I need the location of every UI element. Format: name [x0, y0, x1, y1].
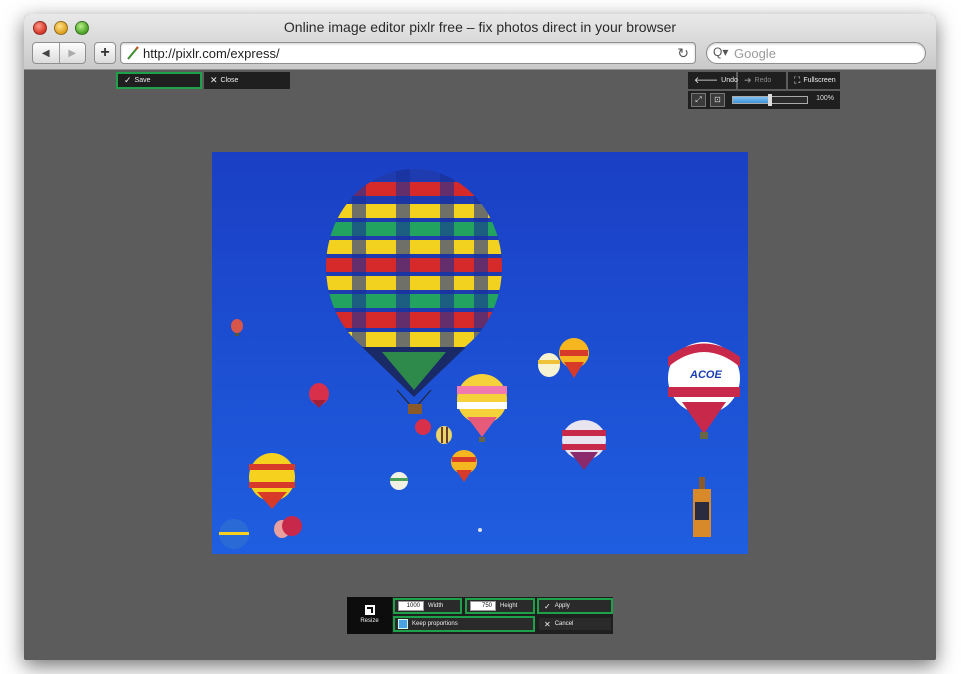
search-placeholder: Google	[734, 46, 776, 61]
cancel-label: Cancel	[554, 621, 574, 627]
browser-window: Online image editor pixlr free – fix pho…	[24, 14, 936, 660]
apply-button[interactable]: ✓ Apply	[537, 598, 613, 614]
check-icon: ✓	[544, 601, 551, 611]
resize-icon	[364, 605, 375, 615]
search-icon[interactable]: Q▾	[713, 45, 728, 59]
apply-label: Apply	[554, 603, 570, 609]
zoom-out-icon[interactable]: ⤢	[691, 93, 706, 107]
close-icon: ✕	[544, 619, 551, 629]
zoom-slider-thumb[interactable]	[768, 94, 772, 106]
keep-proportions-toggle[interactable]: Keep proportions	[393, 616, 535, 632]
keep-proportions-label: Keep proportions	[412, 621, 458, 627]
close-label: Close	[220, 77, 239, 84]
reload-icon[interactable]: ↻	[677, 45, 689, 62]
zoom-panel: ⤢ ⊡ 100%	[688, 91, 840, 109]
redo-button[interactable]: ➜ Redo	[738, 72, 786, 89]
height-label: Height	[500, 603, 518, 609]
save-label: Save	[134, 77, 151, 84]
browser-titlebar: Online image editor pixlr free – fix pho…	[24, 14, 936, 70]
address-bar[interactable]: http://pixlr.com/express/ ↻	[120, 42, 696, 64]
balloon-white-green	[390, 472, 408, 490]
svg-text:ACOE: ACOE	[689, 369, 722, 381]
add-bookmark-button[interactable]: +	[94, 42, 116, 64]
url-text: http://pixlr.com/express/	[143, 46, 280, 61]
balloon-small-stripe	[436, 426, 452, 444]
forward-button[interactable]: ▶	[58, 43, 86, 63]
fullscreen-label: Fullscreen	[803, 77, 836, 84]
width-field[interactable]: 1000 Width	[393, 598, 462, 614]
resize-label: Resize	[360, 618, 379, 624]
window-title: Online image editor pixlr free – fix pho…	[283, 19, 677, 35]
zoom-slider-fill	[733, 97, 770, 103]
cancel-button[interactable]: ✕ Cancel	[537, 616, 613, 632]
undo-button[interactable]: 🡐 Undo	[688, 72, 738, 89]
zoom-value: 100%	[816, 95, 834, 102]
save-button[interactable]: ✓ Save	[116, 72, 202, 89]
width-input[interactable]: 1000	[398, 601, 424, 611]
canvas-image[interactable]: ACOE	[212, 152, 748, 554]
balloon-red-small	[415, 419, 431, 435]
close-icon: ✕	[210, 75, 218, 85]
fullscreen-icon: ⛶	[794, 75, 801, 85]
height-field[interactable]: 750 Height	[465, 598, 535, 614]
height-input[interactable]: 750	[470, 601, 496, 611]
width-label: Width	[428, 603, 444, 609]
close-button[interactable]: ✕ Close	[204, 72, 290, 89]
pixlr-favicon-icon	[127, 46, 139, 60]
zoom-fit-icon[interactable]: ⊡	[710, 93, 725, 107]
resize-panel: Resize 1000 Width 750 Height ✓ Apply Kee…	[347, 597, 613, 634]
undo-arrow-icon: 🡐	[694, 75, 719, 85]
search-field[interactable]: Q▾ Google	[706, 42, 926, 64]
editor-workspace: ✓ Save ✕ Close 🡐 Undo ➜ Redo ⛶ Fullscree…	[24, 71, 936, 660]
history-nav: ◀ ▶	[32, 42, 86, 64]
balloon-white-yellow	[538, 353, 560, 377]
check-icon: ✓	[124, 75, 132, 85]
resize-tool-button[interactable]: Resize	[347, 597, 392, 634]
redo-arrow-icon: ➜	[744, 75, 752, 85]
zoom-slider[interactable]	[732, 94, 808, 106]
undo-label: Undo	[721, 77, 738, 84]
fullscreen-button[interactable]: ⛶ Fullscreen	[788, 72, 840, 89]
redo-label: Redo	[754, 77, 772, 84]
back-button[interactable]: ◀	[33, 43, 59, 63]
balloon-blue-bottom	[219, 519, 249, 549]
keep-proportions-checkbox[interactable]	[398, 619, 408, 629]
